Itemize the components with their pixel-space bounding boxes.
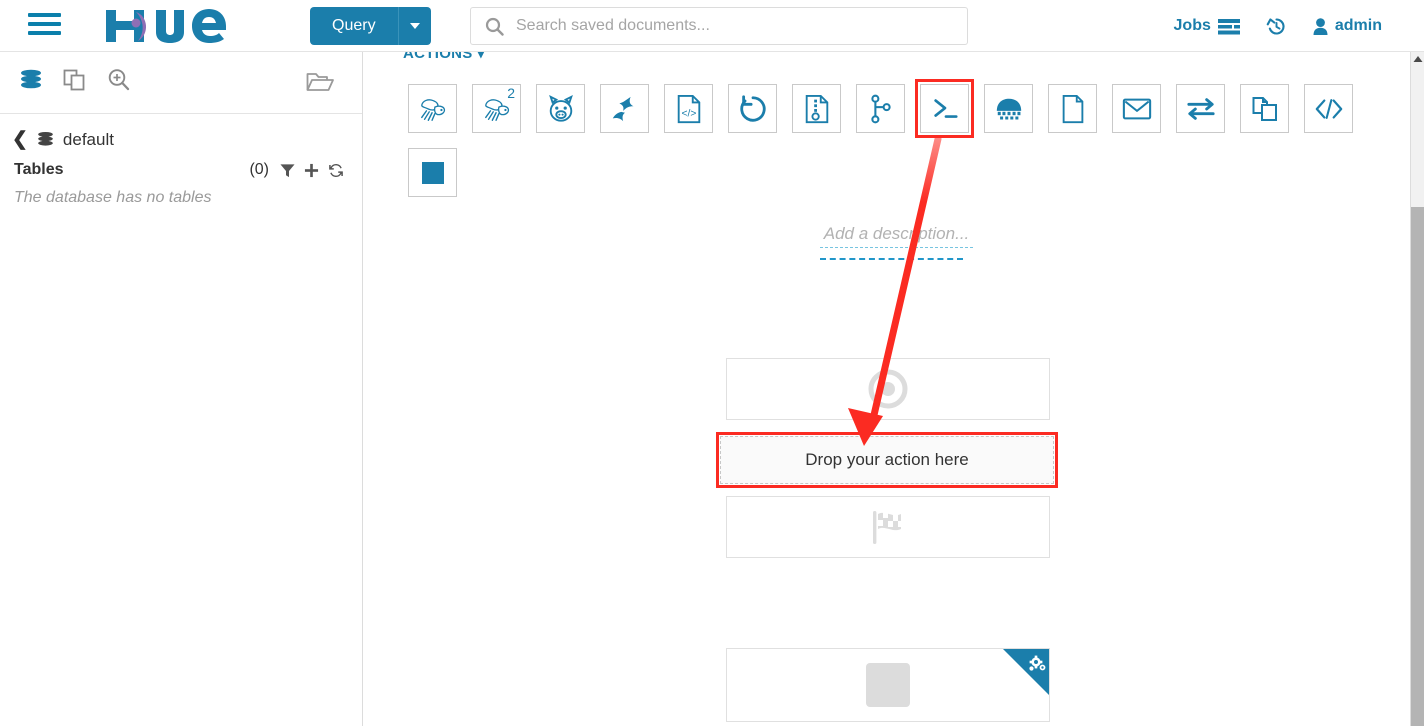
tables-count: (0): [249, 161, 269, 178]
target-bullseye-icon: [868, 369, 908, 409]
hue-logo[interactable]: [100, 6, 228, 46]
open-folder-icon[interactable]: [306, 70, 334, 99]
gray-square-icon: [866, 663, 910, 707]
assist-sidebar: ❮ default Tables (0) The database has no…: [0, 52, 363, 726]
database-breadcrumb[interactable]: ❮ default: [0, 114, 362, 151]
tables-tools: (0): [249, 161, 344, 179]
tables-header-row: Tables (0): [0, 151, 362, 179]
assist-tab-search[interactable]: [106, 67, 132, 98]
query-button-label[interactable]: Query: [310, 7, 398, 45]
code-document-icon: </>: [677, 94, 700, 123]
plus-icon[interactable]: [304, 163, 319, 178]
assist-tab-sources[interactable]: [18, 67, 44, 98]
database-name-label: default: [62, 129, 114, 149]
spark-star-icon: [612, 96, 633, 121]
magnifier-plus-icon: [108, 69, 130, 91]
hamburger-bar: [28, 22, 61, 26]
dropzone-label: Drop your action here: [805, 450, 969, 469]
workflow-kill-node[interactable]: [726, 648, 1050, 722]
jobs-list-icon: [1217, 18, 1240, 34]
actions-panel-header[interactable]: ACTIONS ▾: [403, 52, 485, 62]
hamburger-menu-icon[interactable]: [28, 13, 61, 39]
user-menu[interactable]: admin: [1313, 17, 1382, 35]
copy-files-icon: [1252, 96, 1277, 121]
action-tile-fs[interactable]: [1048, 84, 1097, 133]
action-tile-badge: 2: [507, 85, 515, 101]
query-dropdown-toggle[interactable]: [397, 7, 431, 45]
workflow-name-field[interactable]: [820, 258, 963, 260]
search-input[interactable]: [514, 16, 967, 36]
action-tile-mapreduce[interactable]: [792, 84, 841, 133]
action-tile-hive2[interactable]: 2: [472, 84, 521, 133]
action-tile-distcp[interactable]: [984, 84, 1033, 133]
top-navigation-bar: Query Jobs: [0, 0, 1424, 52]
workflow-end-node[interactable]: [726, 496, 1050, 558]
circle-arrow-icon: [739, 94, 766, 122]
hamburger-bar: [28, 31, 61, 35]
svg-text:</>: </>: [681, 108, 696, 119]
search-documents-box[interactable]: [470, 7, 968, 45]
node-settings-corner[interactable]: [1003, 649, 1049, 695]
jobs-label: Jobs: [1173, 17, 1211, 34]
jobs-link[interactable]: Jobs: [1174, 17, 1240, 35]
action-tile-sqoop[interactable]: [728, 84, 777, 133]
action-tile-java[interactable]: </>: [664, 84, 713, 133]
documents-icon: [63, 69, 85, 91]
workflow-description-field[interactable]: Add a description...: [820, 224, 973, 248]
action-tile-generic[interactable]: [1304, 84, 1353, 133]
action-palette: 2 </>: [408, 79, 1368, 197]
action-tile-kill[interactable]: [408, 148, 457, 197]
hadoop-elephant-icon: [996, 98, 1021, 119]
database-icon: [21, 69, 41, 89]
code-brackets-icon: [1315, 98, 1342, 119]
action-tile-hive[interactable]: [408, 84, 457, 133]
archive-document-icon: [805, 94, 828, 123]
hive-bee-icon: [420, 98, 445, 121]
tables-label: Tables: [14, 161, 64, 178]
vertical-scrollbar[interactable]: [1410, 52, 1424, 726]
checkered-flag-icon: [873, 511, 901, 544]
action-tile-streaming[interactable]: [1176, 84, 1225, 133]
history-link[interactable]: [1266, 16, 1287, 37]
file-icon: [1062, 94, 1083, 123]
workflow-editor-canvas: ACTIONS ▾ 2 </> Add a description... Dro…: [364, 52, 1410, 726]
action-tile-subworkflow[interactable]: [856, 84, 905, 133]
chevron-down-icon: [409, 23, 420, 29]
assist-tab-documents[interactable]: [62, 67, 88, 98]
branch-icon: [870, 94, 891, 123]
stop-square-icon: [421, 161, 444, 184]
nav-right-group: Jobs admin: [1174, 0, 1382, 52]
scrollbar-up-button[interactable]: [1411, 52, 1424, 66]
tables-empty-message: The database has no tables: [14, 189, 212, 206]
history-icon: [1266, 17, 1285, 35]
action-tile-copy[interactable]: [1240, 84, 1289, 133]
transfer-arrows-icon: [1186, 97, 1215, 120]
envelope-icon: [1122, 98, 1151, 119]
hamburger-bar: [28, 13, 61, 17]
username-label: admin: [1334, 17, 1382, 34]
scrollbar-thumb[interactable]: [1411, 207, 1424, 726]
user-icon: [1313, 17, 1328, 35]
action-tile-spark[interactable]: [600, 84, 649, 133]
action-tile-shell[interactable]: [915, 79, 974, 138]
action-tile-email[interactable]: [1112, 84, 1161, 133]
caret-down-icon: ▾: [477, 52, 485, 62]
terminal-prompt-icon: [933, 98, 958, 118]
assist-tab-bar: [0, 52, 362, 114]
database-icon: [38, 131, 53, 146]
search-icon: [485, 17, 504, 36]
pig-icon: [548, 94, 573, 122]
filter-icon[interactable]: [280, 163, 295, 178]
query-button[interactable]: Query: [310, 7, 431, 45]
caret-up-icon: [1413, 56, 1423, 62]
actions-label-text: ACTIONS: [403, 52, 473, 62]
chevron-left-icon[interactable]: ❮: [12, 128, 28, 151]
workflow-start-node[interactable]: [726, 358, 1050, 420]
action-tile-pig[interactable]: [536, 84, 585, 133]
refresh-icon[interactable]: [328, 163, 344, 178]
action-dropzone[interactable]: Drop your action here: [716, 432, 1058, 488]
